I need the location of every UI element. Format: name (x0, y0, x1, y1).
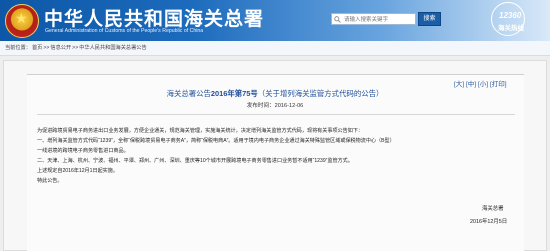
site-title: 中华人民共和国海关总署 (44, 8, 265, 30)
search-button[interactable]: 搜索 (418, 12, 441, 26)
font-medium-button[interactable]: [中] (466, 78, 476, 88)
breadcrumb: 当前位置：首页>>信息公开>>中华人民共和国海关总署公告 (5, 45, 147, 51)
notice-title: 海关总署公告2016年第75号（关于增列海关监管方式代码的公告） (0, 88, 550, 99)
signature-date: 2016年12月5日 (470, 219, 508, 225)
paragraph-item-1: 一、增列海关监管方式代码“1239”，全称“保税跨境贸易电子商务A”，简称“保税… (37, 138, 395, 144)
search-input[interactable] (344, 15, 414, 24)
paragraph-item-1-cont: 一线进境的跨境电子商务零售进口商品。 (37, 148, 129, 154)
font-large-button[interactable]: [大] (454, 78, 464, 88)
national-emblem-icon (5, 4, 39, 38)
breadcrumb-item-home[interactable]: 首页 (32, 45, 42, 51)
watermark: 海关热线 (498, 25, 524, 32)
search-icon (334, 16, 341, 23)
search-box[interactable] (331, 13, 416, 25)
paragraph-effective: 上述规定自2016年12月1日起实施。 (37, 168, 118, 174)
breadcrumb-prefix: 当前位置： (5, 45, 31, 51)
notice-title-subject: （关于增列海关监管方式代码的公告） (257, 89, 384, 98)
signature-org: 海关总署 (482, 206, 504, 212)
divider (37, 114, 515, 115)
notice-title-number: 2016年第75号 (210, 89, 258, 98)
hotline-number: 12360 (499, 11, 522, 20)
font-small-button[interactable]: [小] (478, 78, 488, 88)
breadcrumb-item-notices[interactable]: 中华人民共和国海关总署公告 (79, 45, 146, 51)
paragraph-item-2: 二、天津、上海、杭州、宁波、福州、平潭、郑州、广州、深圳、重庆等10个城市开展跨… (37, 158, 353, 164)
paragraph-closing: 特此公告。 (37, 178, 63, 184)
print-button[interactable]: [打印] (490, 78, 507, 88)
paragraph-intro: 为促进跨境贸易电子商务进出口业务发展，方便企业通关，规范海关管理，实施海关统计，… (37, 128, 364, 134)
breadcrumb-item-info[interactable]: 信息公开 (50, 45, 71, 51)
site-subtitle: General Administration of Customs of the… (45, 28, 204, 34)
publish-date: 发布时间：2016-12-06 (246, 103, 304, 109)
site-header: 中华人民共和国海关总署 General Administration of Cu… (0, 0, 550, 41)
notice-title-prefix: 海关总署公告 (166, 89, 211, 98)
